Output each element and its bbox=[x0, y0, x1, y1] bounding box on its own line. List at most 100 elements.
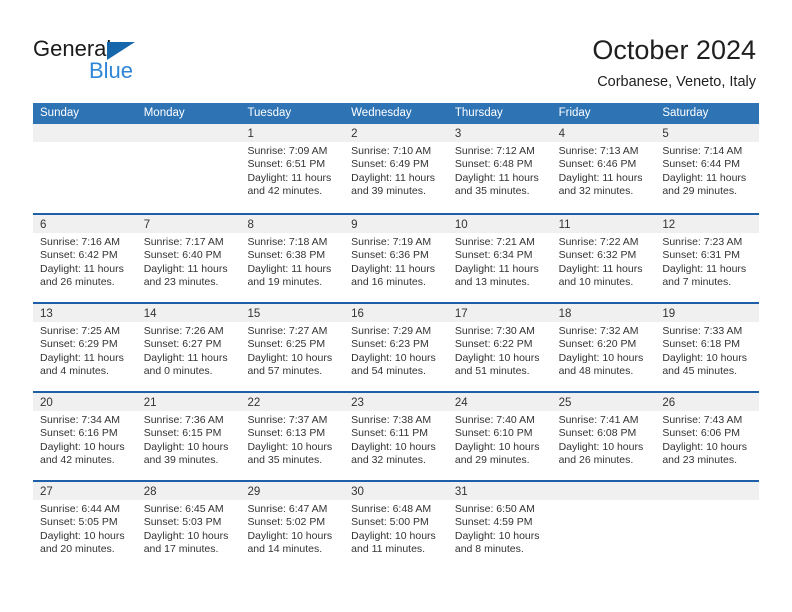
daylight-text: Daylight: 10 hours bbox=[454, 440, 540, 453]
sunrise-text: Sunrise: 7:33 AM bbox=[662, 325, 743, 337]
day-number: 19 bbox=[662, 308, 676, 320]
daylight-text: and 39 minutes. bbox=[351, 185, 426, 198]
calendar-day-cell[interactable]: 19 Sunrise: 7:33 AM Sunset: 6:18 PM Dayligh… bbox=[655, 304, 760, 391]
sunset-text: Sunset: 4:59 PM bbox=[454, 516, 533, 529]
sunrise-text: Sunrise: 6:44 AM bbox=[40, 503, 120, 515]
page-title: October 2024 bbox=[592, 35, 756, 65]
calendar-day-cell[interactable]: 4 Sunrise: 7:13 AM Sunset: 6:46 PM Daylight… bbox=[551, 124, 656, 213]
day-number: 4 bbox=[558, 128, 565, 140]
calendar-day-cell[interactable]: 11 Sunrise: 7:22 AM Sunset: 6:32 PM Dayligh… bbox=[551, 215, 656, 302]
weekday-header-row: Sunday Monday Tuesday Wednesday Thursday Frid… bbox=[33, 103, 759, 124]
sunset-text: Sunset: 6:20 PM bbox=[558, 338, 637, 351]
sunrise-text: Sunrise: 7:23 AM bbox=[662, 236, 743, 248]
weekday-header-sunday: Sunday bbox=[40, 107, 80, 119]
calendar-day-cell[interactable]: 25 Sunrise: 7:41 AM Sunset: 6:08 PM Dayligh… bbox=[551, 393, 656, 480]
calendar-day-cell[interactable]: 18 Sunrise: 7:32 AM Sunset: 6:20 PM Dayligh… bbox=[551, 304, 656, 391]
day-number-band: 23 bbox=[344, 393, 448, 411]
day-number-band: 3 bbox=[447, 124, 552, 142]
day-number-band: 16 bbox=[344, 304, 448, 322]
day-number-band: 12 bbox=[655, 215, 760, 233]
calendar-day-cell[interactable]: 3 Sunrise: 7:12 AM Sunset: 6:48 PM Daylight… bbox=[447, 124, 552, 213]
calendar-day-cell[interactable]: 9 Sunrise: 7:19 AM Sunset: 6:36 PM Daylight… bbox=[344, 215, 448, 302]
calendar-day-cell[interactable]: 29 Sunrise: 6:47 AM Sunset: 5:02 PM Dayligh… bbox=[240, 482, 345, 569]
calendar-day-cell-empty bbox=[655, 482, 760, 569]
day-details: Sunrise: 7:19 AM Sunset: 6:36 PM Daylight:… bbox=[344, 233, 448, 290]
calendar-day-cell[interactable]: 15 Sunrise: 7:27 AM Sunset: 6:25 PM Dayligh… bbox=[240, 304, 345, 391]
day-number-band: 2 bbox=[344, 124, 448, 142]
sunset-text: Sunset: 6:23 PM bbox=[351, 338, 429, 351]
calendar-day-cell[interactable]: 24 Sunrise: 7:40 AM Sunset: 6:10 PM Dayligh… bbox=[447, 393, 552, 480]
calendar-day-cell[interactable]: 1 Sunrise: 7:09 AM Sunset: 6:51 PM Daylight… bbox=[240, 124, 345, 213]
sunset-text: Sunset: 6:44 PM bbox=[662, 158, 740, 171]
day-number: 6 bbox=[40, 219, 47, 231]
daylight-text: Daylight: 10 hours bbox=[454, 351, 540, 364]
day-number: 15 bbox=[247, 308, 261, 320]
sunrise-text: Sunrise: 6:47 AM bbox=[247, 503, 328, 515]
daylight-text: and 26 minutes. bbox=[558, 454, 634, 467]
calendar-day-cell[interactable]: 28 Sunrise: 6:45 AM Sunset: 5:03 PM Dayligh… bbox=[136, 482, 241, 569]
calendar-day-cell[interactable]: 17 Sunrise: 7:30 AM Sunset: 6:22 PM Dayligh… bbox=[447, 304, 552, 391]
day-number-band: 15 bbox=[240, 304, 345, 322]
weekday-header-tuesday: Tuesday bbox=[247, 107, 292, 119]
calendar-day-cell[interactable]: 23 Sunrise: 7:38 AM Sunset: 6:11 PM Dayligh… bbox=[344, 393, 448, 480]
sunrise-text: Sunrise: 7:17 AM bbox=[143, 236, 224, 248]
day-number-band: 13 bbox=[33, 304, 137, 322]
calendar-day-cell[interactable]: 12 Sunrise: 7:23 AM Sunset: 6:31 PM Dayligh… bbox=[655, 215, 760, 302]
sunset-text: Sunset: 6:27 PM bbox=[143, 338, 222, 351]
generalblue-logo[interactable]: General Blue bbox=[33, 36, 213, 88]
sunset-text: Sunset: 6:22 PM bbox=[454, 338, 533, 351]
day-details: Sunrise: 7:26 AM Sunset: 6:27 PM Daylight:… bbox=[137, 322, 241, 379]
calendar-day-cell-empty bbox=[33, 124, 137, 213]
day-details: Sunrise: 7:33 AM Sunset: 6:18 PM Daylight:… bbox=[655, 322, 759, 379]
logo-text-blue: Blue bbox=[89, 58, 134, 83]
daylight-text: and 26 minutes. bbox=[40, 276, 115, 289]
daylight-text: and 23 minutes. bbox=[143, 276, 219, 289]
weekday-header-friday: Friday bbox=[558, 107, 591, 119]
sunset-text: Sunset: 6:18 PM bbox=[662, 338, 740, 351]
calendar-day-cell[interactable]: 30 Sunrise: 6:48 AM Sunset: 5:00 PM Dayligh… bbox=[344, 482, 448, 569]
day-number-band: 21 bbox=[136, 393, 241, 411]
sunrise-text: Sunrise: 7:37 AM bbox=[247, 414, 328, 426]
sunset-text: Sunset: 6:11 PM bbox=[351, 427, 429, 440]
day-number: 5 bbox=[662, 128, 669, 140]
daylight-text: Daylight: 10 hours bbox=[351, 529, 436, 542]
sunset-text: Sunset: 6:48 PM bbox=[454, 158, 533, 171]
calendar-day-cell[interactable]: 8 Sunrise: 7:18 AM Sunset: 6:38 PM Daylight… bbox=[240, 215, 345, 302]
calendar-day-cell[interactable]: 27 Sunrise: 6:44 AM Sunset: 5:05 PM Dayligh… bbox=[33, 482, 137, 569]
day-details: Sunrise: 7:34 AM Sunset: 6:16 PM Daylight:… bbox=[33, 411, 137, 468]
sunrise-text: Sunrise: 7:36 AM bbox=[143, 414, 224, 426]
day-number: 1 bbox=[247, 128, 254, 140]
day-number: 29 bbox=[247, 486, 261, 498]
calendar-day-cell[interactable]: 13 Sunrise: 7:25 AM Sunset: 6:29 PM Dayligh… bbox=[33, 304, 137, 391]
daylight-text: Daylight: 10 hours bbox=[40, 529, 125, 542]
day-number-band: 24 bbox=[447, 393, 552, 411]
sunset-text: Sunset: 6:13 PM bbox=[247, 427, 326, 440]
sunrise-text: Sunrise: 7:34 AM bbox=[40, 414, 120, 426]
calendar-week-row: 13 Sunrise: 7:25 AM Sunset: 6:29 PM Dayligh… bbox=[33, 302, 760, 391]
calendar-day-cell[interactable]: 7 Sunrise: 7:17 AM Sunset: 6:40 PM Daylight… bbox=[136, 215, 241, 302]
sunset-text: Sunset: 6:38 PM bbox=[247, 249, 326, 262]
day-number: 26 bbox=[662, 397, 676, 409]
sunrise-text: Sunrise: 7:22 AM bbox=[558, 236, 639, 248]
calendar-day-cell[interactable]: 31 Sunrise: 6:50 AM Sunset: 4:59 PM Dayligh… bbox=[447, 482, 552, 569]
calendar-day-cell[interactable]: 22 Sunrise: 7:37 AM Sunset: 6:13 PM Dayligh… bbox=[240, 393, 345, 480]
calendar-day-cell[interactable]: 21 Sunrise: 7:36 AM Sunset: 6:15 PM Dayligh… bbox=[136, 393, 241, 480]
daylight-text: and 19 minutes. bbox=[247, 276, 323, 289]
calendar-day-cell[interactable]: 2 Sunrise: 7:10 AM Sunset: 6:49 PM Daylight… bbox=[344, 124, 448, 213]
calendar-week-row: 20 Sunrise: 7:34 AM Sunset: 6:16 PM Dayligh… bbox=[33, 391, 760, 480]
calendar-day-cell[interactable]: 26 Sunrise: 7:43 AM Sunset: 6:06 PM Dayligh… bbox=[655, 393, 760, 480]
daylight-text: Daylight: 11 hours bbox=[143, 262, 228, 275]
daylight-text: Daylight: 10 hours bbox=[143, 529, 229, 542]
calendar-day-cell[interactable]: 16 Sunrise: 7:29 AM Sunset: 6:23 PM Dayligh… bbox=[344, 304, 448, 391]
calendar-day-cell[interactable]: 20 Sunrise: 7:34 AM Sunset: 6:16 PM Dayligh… bbox=[33, 393, 137, 480]
daylight-text: and 48 minutes. bbox=[558, 365, 634, 378]
day-number: 17 bbox=[454, 308, 468, 320]
calendar-day-cell[interactable]: 5 Sunrise: 7:14 AM Sunset: 6:44 PM Daylight… bbox=[655, 124, 760, 213]
daylight-text: Daylight: 10 hours bbox=[454, 529, 540, 542]
calendar-day-cell[interactable]: 14 Sunrise: 7:26 AM Sunset: 6:27 PM Dayligh… bbox=[136, 304, 241, 391]
calendar-day-cell[interactable]: 6 Sunrise: 7:16 AM Sunset: 6:42 PM Daylight… bbox=[33, 215, 137, 302]
sunset-text: Sunset: 6:06 PM bbox=[662, 427, 740, 440]
day-details: Sunrise: 7:09 AM Sunset: 6:51 PM Daylight:… bbox=[240, 142, 344, 199]
calendar-day-cell[interactable]: 10 Sunrise: 7:21 AM Sunset: 6:34 PM Dayligh… bbox=[447, 215, 552, 302]
daylight-text: and 42 minutes. bbox=[247, 185, 323, 198]
